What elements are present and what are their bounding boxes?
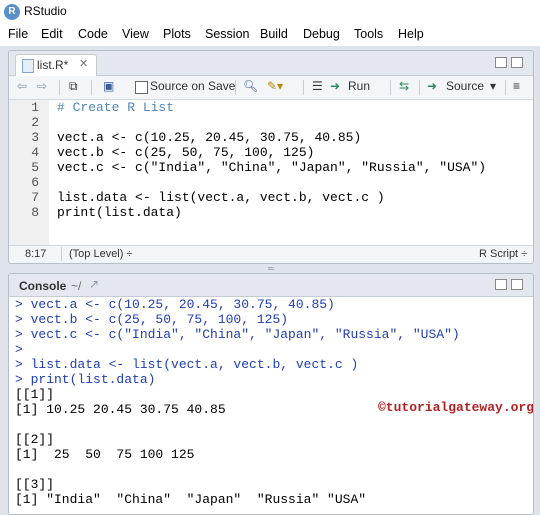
cursor-position: 8:17: [25, 248, 47, 260]
code-line: print(list.data): [57, 205, 182, 220]
toolbar-divider: [91, 80, 92, 95]
minimize-pane-button[interactable]: [495, 57, 507, 68]
console-line: > print(list.data): [15, 372, 156, 387]
forward-arrow-icon[interactable]: ⇨: [37, 79, 47, 93]
line-number: 3: [31, 130, 39, 145]
console-path: ~/: [71, 279, 82, 293]
line-number: 8: [31, 205, 39, 220]
tab-list-r[interactable]: list.R* ✕: [15, 54, 97, 76]
menu-edit[interactable]: Edit: [41, 27, 63, 41]
editor-statusbar: 8:17 (Top Level) ÷ R Script ÷: [9, 245, 533, 263]
app-title: RStudio: [24, 4, 67, 18]
menu-bar: File Edit Code View Plots Session Build …: [0, 24, 540, 46]
tab-label: list.R*: [37, 58, 69, 72]
scope-selector[interactable]: (Top Level) ÷: [69, 248, 133, 260]
console-line: >: [15, 342, 23, 357]
show-in-window-icon[interactable]: ⧉: [69, 79, 78, 94]
status-divider: [61, 247, 62, 261]
console-line: [1] "India" "China" "Japan" "Russia" "US…: [15, 492, 367, 507]
toolbar-divider: [390, 80, 391, 95]
line-number: 7: [31, 190, 39, 205]
console-line: [1] 25 50 75 100 125: [15, 447, 195, 462]
rerun-icon[interactable]: ⇆: [399, 79, 409, 93]
line-number: 2: [31, 115, 39, 130]
outline-icon[interactable]: ≡: [513, 79, 520, 93]
source-button[interactable]: Source: [446, 79, 484, 93]
line-number: 6: [31, 175, 39, 190]
code-line: vect.a <- c(10.25, 20.45, 30.75, 40.85): [57, 130, 362, 145]
line-number: 4: [31, 145, 39, 160]
toolbar-divider: [235, 80, 236, 95]
rstudio-logo-icon: R: [4, 4, 20, 20]
close-icon[interactable]: ✕: [79, 57, 88, 70]
menu-view[interactable]: View: [122, 27, 149, 41]
line-number-gutter: 1 2 3 4 5 6 7 8: [9, 100, 49, 246]
toolbar-divider: [59, 80, 60, 95]
back-arrow-icon[interactable]: ⇦: [17, 79, 27, 93]
console-line: > list.data <- list(vect.a, vect.b, vect…: [15, 357, 359, 372]
source-editor-pane: list.R* ✕ ⇦ ⇨ ⧉ ▣ Source on Save 🔍︎ ✎▾ ☰…: [8, 50, 534, 264]
line-number: 5: [31, 160, 39, 175]
code-line: vect.c <- c("India", "China", "Japan", "…: [57, 160, 487, 175]
run-arrow-icon[interactable]: ➜: [330, 79, 340, 93]
save-icon[interactable]: ▣: [103, 79, 114, 93]
line-number: 1: [31, 100, 39, 115]
maximize-pane-button[interactable]: [511, 279, 523, 290]
console-line: > vect.a <- c(10.25, 20.45, 30.75, 40.85…: [15, 297, 335, 312]
magic-wand-icon[interactable]: ✎▾: [267, 79, 283, 93]
search-icon[interactable]: 🔍︎: [243, 79, 258, 93]
source-arrow-icon[interactable]: ➜: [427, 79, 437, 93]
r-file-icon: [22, 59, 34, 73]
console-pane: Console ~/ ↗ > vect.a <- c(10.25, 20.45,…: [8, 273, 534, 515]
code-editor[interactable]: # Create R List vect.a <- c(10.25, 20.45…: [57, 100, 486, 220]
toolbar-divider: [505, 80, 506, 95]
toolbar-divider: [303, 80, 304, 95]
toolbar-divider: [419, 80, 420, 95]
code-line: list.data <- list(vect.a, vect.b, vect.c…: [57, 190, 385, 205]
tab-console[interactable]: Console: [19, 279, 66, 293]
editor-toolbar: ⇦ ⇨ ⧉ ▣ Source on Save 🔍︎ ✎▾ ☰ ➜ Run ⇆ ➜…: [9, 76, 533, 100]
go-to-directory-icon[interactable]: ↗: [89, 277, 99, 291]
console-line: [[2]]: [15, 432, 55, 447]
chevron-down-icon[interactable]: ▾: [490, 79, 496, 93]
code-line: vect.b <- c(25, 50, 75, 100, 125): [57, 145, 315, 160]
console-line: > vect.c <- c("India", "China", "Japan",…: [15, 327, 460, 342]
menu-debug[interactable]: Debug: [303, 27, 340, 41]
source-on-save-label[interactable]: Source on Save: [150, 79, 235, 93]
minimize-pane-button[interactable]: [495, 279, 507, 290]
console-line: [[3]]: [15, 477, 55, 492]
file-type-selector[interactable]: R Script ÷: [479, 248, 527, 260]
run-button[interactable]: Run: [348, 79, 370, 93]
menu-file[interactable]: File: [8, 27, 28, 41]
menu-plots[interactable]: Plots: [163, 27, 191, 41]
title-bar: R RStudio: [0, 0, 540, 24]
watermark-text: ©tutorialgateway.org: [378, 400, 534, 415]
menu-build[interactable]: Build: [260, 27, 288, 41]
maximize-pane-button[interactable]: [511, 57, 523, 68]
editor-tabstrip: list.R* ✕: [9, 51, 533, 76]
pane-splitter-handle[interactable]: ═: [268, 264, 274, 273]
menu-help[interactable]: Help: [398, 27, 424, 41]
menu-session[interactable]: Session: [205, 27, 249, 41]
code-line: # Create R List: [57, 100, 175, 115]
menu-code[interactable]: Code: [78, 27, 108, 41]
source-on-save-checkbox[interactable]: [135, 81, 148, 94]
compile-report-icon[interactable]: ☰: [312, 79, 323, 93]
console-line: > vect.b <- c(25, 50, 75, 100, 125): [15, 312, 289, 327]
menu-tools[interactable]: Tools: [354, 27, 383, 41]
console-header: Console ~/ ↗: [9, 274, 533, 297]
